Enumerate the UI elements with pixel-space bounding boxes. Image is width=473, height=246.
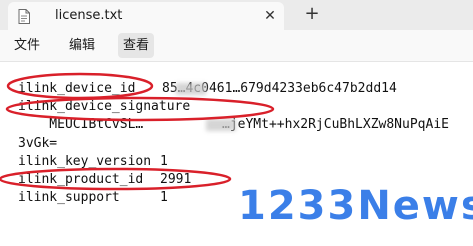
redaction-smudge	[206, 119, 236, 131]
menu-file[interactable]: 文件	[9, 33, 45, 58]
menu-edit[interactable]: 编辑	[64, 33, 100, 58]
line-support-key: ilink_support	[18, 190, 120, 205]
menu-bar: 文件 编辑 查看	[0, 30, 473, 62]
close-tab-icon[interactable]: ✕	[260, 6, 280, 26]
new-tab-icon[interactable]: +	[302, 4, 322, 24]
line-signature-part1: MEUCIBtCvSL…	[18, 117, 144, 132]
watermark-logo: 1233News	[238, 183, 473, 229]
tab-title: license.txt	[55, 8, 123, 23]
menu-view[interactable]: 查看	[118, 33, 155, 58]
file-icon	[18, 9, 30, 24]
line-key-version-key: ilink_key_version	[18, 154, 152, 169]
title-bar: license.txt ✕ +	[0, 0, 473, 30]
line-signature-part2: …jeYMt++hx2RjCuBhLXZw8NuPqAiE	[222, 117, 449, 132]
line-key-version-value: 1	[160, 154, 168, 169]
line-product-id-value: 2991	[160, 172, 192, 187]
line-device-signature-key: ilink_device_signature	[18, 99, 191, 114]
line-support-value: 1	[160, 190, 168, 205]
line-device-id-key: ilink_device_id	[18, 81, 136, 96]
redaction-smudge	[176, 83, 206, 95]
line-signature-tail: 3vGk=	[18, 136, 58, 151]
line-product-id-key: ilink_product_id	[18, 172, 144, 187]
file-tab[interactable]: license.txt ✕	[8, 2, 284, 30]
